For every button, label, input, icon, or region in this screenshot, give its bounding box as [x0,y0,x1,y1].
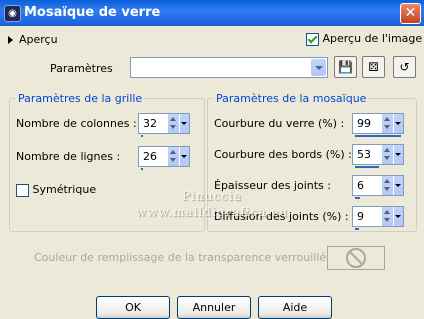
courbure-bords-spinner[interactable]: 53 [352,144,404,168]
no-color-icon [346,248,366,268]
courbure-bords-label: Courbure des bords (%) : [214,148,352,161]
colonnes-label: Nombre de colonnes : [16,117,137,130]
ok-button[interactable]: OK [96,296,170,319]
floppy-icon: 💾 [338,60,353,74]
courbure-verre-value[interactable]: 99 [357,117,371,130]
mosaique-group-title: Paramètres de la mosaïque [214,92,369,105]
checkbox-checked-icon[interactable] [306,32,319,46]
annuler-button[interactable]: Annuler [177,296,251,319]
expand-arrow-icon [8,36,13,44]
spin-arrows-icon[interactable] [382,145,393,164]
lignes-spinner[interactable]: 26 [138,146,190,170]
reset-button[interactable]: ↺ [393,56,416,78]
courbure-bords-value[interactable]: 53 [357,148,371,161]
diffusion-joints-slider-fill[interactable] [355,228,359,230]
dropdown-arrow-icon[interactable] [394,145,403,164]
watermark-line-1: Pinuccia [182,189,242,203]
close-button[interactable]: ✕ [400,3,421,24]
preview-image-checkbox[interactable]: Aperçu de l'image [306,32,422,46]
spin-arrows-icon[interactable] [168,114,179,133]
grille-group-title: Paramètres de la grille [16,92,145,105]
courbure-verre-slider-fill[interactable] [355,135,401,137]
save-preset-button[interactable]: 💾 [334,56,357,78]
spin-arrows-icon[interactable] [382,114,393,133]
courbure-bords-slider-fill[interactable] [355,166,379,168]
preview-toggle-label: Aperçu [19,33,58,46]
window-title: Mosaïque de verre [24,5,161,20]
remplissage-color-swatch [327,246,385,270]
preview-image-label: Aperçu de l'image [322,32,423,45]
dropdown-arrow-icon[interactable] [394,114,403,133]
watermark-line-2: www.maildigrafica.eu [135,205,289,219]
colonnes-slider-fill[interactable] [141,135,143,137]
randomize-button[interactable]: ⚄ [362,56,385,78]
lignes-slider-fill[interactable] [141,168,143,170]
lignes-value[interactable]: 26 [143,150,157,163]
parametres-select[interactable] [130,57,328,78]
reset-icon: ↺ [399,60,410,74]
spin-arrows-icon[interactable] [168,147,179,166]
remplissage-label: Couleur de remplissage de la transparenc… [34,251,341,264]
dialog-body: Aperçu Aperçu de l'image Paramètres 💾 ⚄ … [0,26,424,319]
title-bar: ◉ Mosaïque de verre ✕ [0,0,424,26]
chevron-down-icon[interactable] [311,59,326,76]
watermark: Pinuccia www.maildigrafica.eu [0,189,424,225]
preview-toggle[interactable]: Aperçu [8,33,58,46]
dice-icon: ⚄ [368,60,379,74]
colonnes-spinner[interactable]: 32 [138,113,190,137]
courbure-verre-label: Courbure du verre (%) : [214,117,345,130]
aide-button[interactable]: Aide [258,296,332,319]
app-icon: ◉ [4,5,21,22]
parametres-label: Paramètres [50,62,113,75]
dropdown-arrow-icon[interactable] [180,114,189,133]
courbure-verre-spinner[interactable]: 99 [352,113,404,137]
colonnes-value[interactable]: 32 [143,117,157,130]
dropdown-arrow-icon[interactable] [180,147,189,166]
lignes-label: Nombre de lignes : [16,150,121,163]
